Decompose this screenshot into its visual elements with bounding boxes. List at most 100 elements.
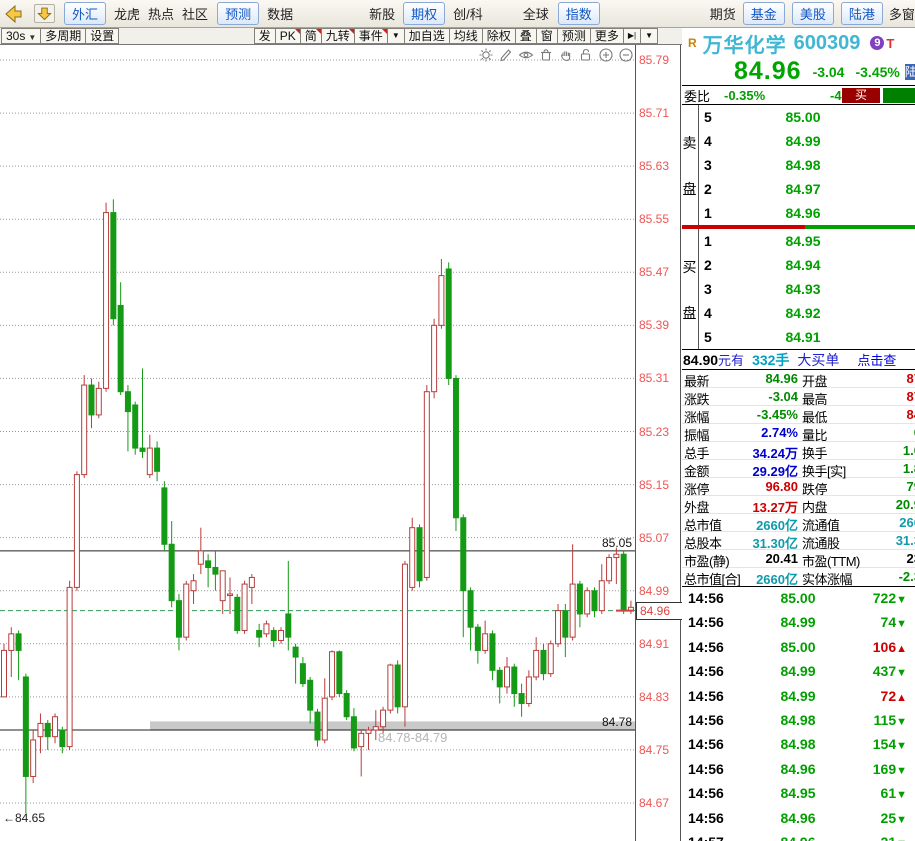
sub-toolbar-settings[interactable]: 设置 (85, 28, 120, 44)
sub-toolbar-item-叠[interactable]: 叠 (514, 28, 537, 44)
book-row-sell[interactable]: 1 84.96 (699, 201, 915, 225)
candlestick-chart[interactable]: 85.05 84.78 84.78-84.79 ←84.65 (0, 45, 635, 841)
eye-icon[interactable] (518, 47, 534, 63)
stats-row: 涨跌-3.04最高87 (682, 388, 915, 407)
top-toolbar-item-10[interactable]: 全球 (523, 4, 549, 23)
book-price: 84.93 (785, 281, 821, 297)
current-price-box: 84.96 (636, 601, 683, 620)
book-price: 85.00 (785, 109, 821, 125)
tick-volume: 169▼ (872, 760, 907, 777)
stock-header: R 万华化学 600309 9 T (682, 28, 915, 58)
dropdown-arrow-icon[interactable]: ▼ (640, 28, 658, 44)
sub-toolbar-item-简[interactable]: 简 (299, 28, 322, 44)
sub-toolbar-item-除权[interactable]: 除权 (481, 28, 516, 44)
book-row-sell[interactable]: 4 84.99 (699, 129, 915, 153)
top-toolbar-item-12[interactable]: 期货 (710, 4, 736, 23)
collapse-right-icon[interactable]: ▶| (622, 28, 642, 44)
top-toolbar-item-1[interactable]: 外汇 (64, 2, 107, 25)
period-label: 30s (6, 29, 26, 43)
book-row-buy[interactable]: 2 84.94 (699, 253, 915, 277)
tick-price: 84.99 (780, 663, 816, 680)
axis-label: 85.07 (639, 530, 670, 545)
sell-button-partial[interactable] (883, 88, 915, 103)
tick-volume: 722▼ (872, 590, 907, 606)
top-toolbar-item-16[interactable]: 多窗 (889, 4, 915, 23)
sub-toolbar-item-事件[interactable]: 事件 (353, 28, 388, 44)
top-toolbar-item-13[interactable]: 基金 (742, 2, 785, 25)
hand-icon[interactable] (558, 47, 574, 63)
sub-toolbar-item-均线[interactable]: 均线 (448, 28, 483, 44)
top-toolbar-item-7[interactable]: 新股 (369, 4, 395, 23)
sub-toolbar-item-PK[interactable]: PK (274, 28, 301, 44)
stats-row: 振幅2.74%量比0 (682, 424, 915, 443)
top-toolbar-item-11[interactable]: 指数 (557, 2, 600, 25)
top-toolbar-item-9[interactable]: 创/科 (453, 4, 483, 23)
tick-volume: 437▼ (872, 663, 907, 680)
trash-icon[interactable] (538, 47, 554, 63)
book-row-sell[interactable]: 5 85.00 (699, 105, 915, 129)
tick-row: 14:56 84.95 61▼ (682, 782, 915, 806)
top-toolbar-item-15[interactable]: 陆港 (840, 2, 883, 25)
book-row-sell[interactable]: 3 84.98 (699, 153, 915, 177)
book-price: 84.92 (785, 305, 821, 321)
top-toolbar-item-3[interactable]: 热点 (148, 4, 174, 23)
big-order-action-link[interactable]: 点击查 (857, 350, 896, 369)
axis-label: 84.91 (639, 636, 670, 651)
download-arrow-icon[interactable] (34, 4, 55, 23)
book-row-buy[interactable]: 5 84.91 (699, 325, 915, 349)
stock-code: 600309 (793, 31, 861, 54)
period-selector[interactable]: 30s ▼ (1, 28, 42, 44)
lock-icon[interactable] (578, 47, 594, 63)
dropdown-arrow-icon[interactable]: ▼ (386, 28, 405, 44)
book-rows-sell: 5 85.00 4 84.99 3 84.98 2 84.97 1 84.96 (698, 105, 915, 225)
stats-row: 金额29.29亿换手[实]1.8 (682, 460, 915, 479)
top-toolbar-item-8[interactable]: 期权 (403, 2, 446, 25)
sub-toolbar-multi-period[interactable]: 多周期 (40, 28, 87, 44)
gear-icon[interactable] (478, 47, 494, 63)
weibi-row: 委比 -0.35% -4 买 (682, 85, 915, 105)
stats-row: 涨幅-3.45%最低84 (682, 406, 915, 425)
big-order-label: 大买单 (797, 351, 840, 368)
tick-volume: 61▼ (880, 785, 907, 802)
book-row-buy[interactable]: 1 84.95 (699, 229, 915, 253)
pen-icon[interactable] (498, 47, 514, 63)
axis-label: 85.55 (639, 212, 670, 227)
axis-label: 85.23 (639, 424, 670, 439)
book-level: 3 (704, 157, 712, 173)
big-order-lots: 332手 (752, 351, 790, 368)
book-row-buy[interactable]: 4 84.92 (699, 301, 915, 325)
sub-toolbar-item-窗[interactable]: 窗 (535, 28, 558, 44)
top-toolbar-item-4[interactable]: 社区 (182, 4, 208, 23)
back-arrow-icon[interactable] (2, 3, 24, 25)
stat-value: 96.80 (765, 479, 798, 494)
stat-value: -3.45% (756, 407, 798, 422)
book-level: 4 (704, 133, 712, 149)
down-arrow-icon: ▼ (896, 594, 907, 606)
stats-grid: 最新84.96开盘87涨跌-3.04最高87涨幅-3.45%最低84振幅2.74… (682, 370, 915, 587)
top-toolbar-item-2[interactable]: 龙虎 (114, 4, 140, 23)
book-row-buy[interactable]: 3 84.93 (699, 277, 915, 301)
tick-price: 84.99 (780, 687, 816, 704)
top-toolbar-item-14[interactable]: 美股 (791, 2, 834, 25)
axis-label: 85.31 (639, 371, 670, 386)
top-toolbar-item-5[interactable]: 预测 (217, 2, 260, 25)
zoom-in-icon[interactable] (598, 47, 614, 63)
tag-t: T (886, 35, 895, 51)
tick-time: 14:56 (688, 809, 724, 826)
stat-value: 23 (906, 551, 915, 566)
tick-row: 14:56 84.96 169▼ (682, 758, 915, 782)
book-price: 84.99 (785, 133, 821, 149)
sub-toolbar-item-更多[interactable]: 更多 (589, 28, 624, 44)
stat-value: 2.74% (761, 425, 798, 440)
sub-toolbar-item-九转[interactable]: 九转 (320, 28, 355, 44)
sub-toolbar-item-预测[interactable]: 预测 (556, 28, 591, 44)
book-row-sell[interactable]: 2 84.97 (699, 177, 915, 201)
sub-toolbar-item-发[interactable]: 发 (253, 28, 276, 44)
sub-toolbar-item-加自选[interactable]: 加自选 (403, 28, 450, 44)
buy-button[interactable]: 买 (842, 88, 880, 103)
zoom-out-icon[interactable] (618, 47, 634, 63)
chart-area[interactable]: 85.05 84.78 84.78-84.79 ←84.65 (0, 45, 635, 841)
top-toolbar-item-6[interactable]: 数据 (267, 4, 293, 23)
axis-label: 85.79 (639, 53, 670, 67)
tick-volume: 72▲ (880, 687, 907, 704)
